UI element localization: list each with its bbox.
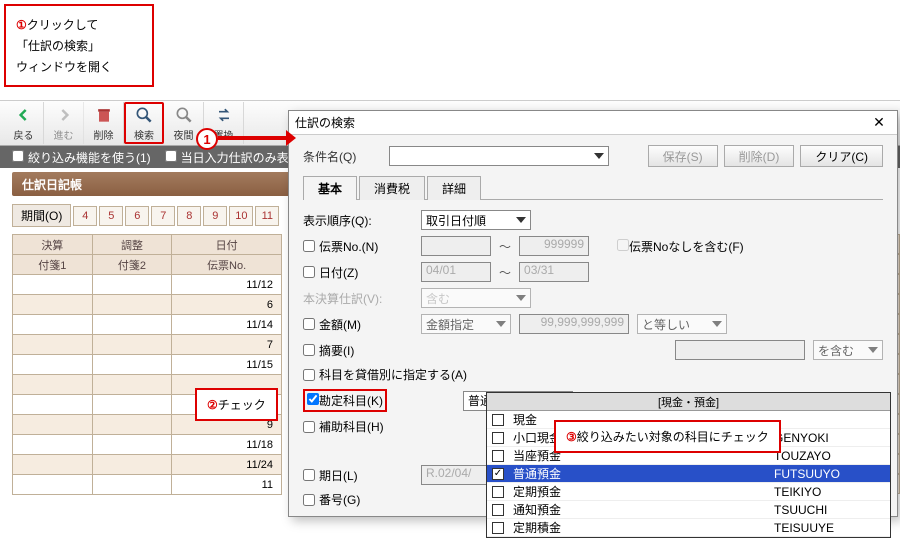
period-tab[interactable]: 10 <box>229 206 253 226</box>
account-dropdown[interactable]: [現金・預金] 現金小口現金GENYOKI当座預金TOUZAYO普通預金FUTS… <box>486 392 891 538</box>
callout-3: ③絞り込みたい対象の科目にチェック <box>554 420 781 453</box>
slip-to[interactable]: 999999 <box>519 236 589 256</box>
term-check[interactable]: 期日(L) <box>303 467 413 484</box>
search-button[interactable]: 検索 <box>124 102 164 144</box>
checkbox-icon[interactable] <box>492 414 504 426</box>
tab-detail[interactable]: 詳細 <box>427 176 481 200</box>
dialog-title: 仕訳の検索 <box>295 114 355 131</box>
account-option[interactable]: 普通預金FUTSUUYO <box>487 465 890 483</box>
period-tab[interactable]: 11 <box>255 206 279 226</box>
period-tab[interactable]: 6 <box>125 206 149 226</box>
amount-mode[interactable]: 金額指定 <box>421 314 511 334</box>
close-icon[interactable]: ✕ <box>867 113 891 133</box>
period-tab[interactable]: 9 <box>203 206 227 226</box>
callout-1: ①クリックして 「仕訳の検索」 ウィンドウを開く <box>4 4 154 87</box>
opt-filter[interactable]: 絞り込み機能を使う(1) <box>12 149 151 166</box>
forward-button[interactable]: 進む <box>44 102 84 144</box>
period-tab[interactable]: 8 <box>177 206 201 226</box>
table-row: 11/15 <box>13 355 282 375</box>
amount-check[interactable]: 金額(M) <box>303 316 413 333</box>
amount-value[interactable]: 99,999,999,999 <box>519 314 629 334</box>
date-check[interactable]: 日付(Z) <box>303 264 413 281</box>
period-tab[interactable]: 5 <box>99 206 123 226</box>
sort-label: 表示順序(Q): <box>303 212 413 229</box>
checkbox-icon[interactable] <box>492 504 504 516</box>
amount-op[interactable]: と等しい <box>637 314 727 334</box>
desc-field[interactable] <box>675 340 805 360</box>
journal-table: 決算調整日付 付箋1付箋2伝票No. 11/12 6 11/14 7 11/15… <box>12 234 282 495</box>
account-check[interactable]: 勘定科目(K) <box>307 392 383 409</box>
closing-label: 本決算仕訳(V): <box>303 290 413 307</box>
slip-check[interactable]: 伝票No.(N) <box>303 238 413 255</box>
period-selector: 期間(O) 4 5 6 7 8 9 10 11 <box>12 204 279 227</box>
account-dropdown-header: [現金・預金] <box>487 393 890 411</box>
checkbox-icon[interactable] <box>492 432 504 444</box>
number-check[interactable]: 番号(G) <box>303 491 413 508</box>
term-value[interactable]: R.02/04/ <box>421 465 491 485</box>
period-tab[interactable]: 7 <box>151 206 175 226</box>
condition-label: 条件名(Q) <box>303 148 383 165</box>
back-button[interactable]: 戻る <box>4 102 44 144</box>
delete-button[interactable]: 削除 <box>84 102 124 144</box>
save-button[interactable]: 保存(S) <box>648 145 718 167</box>
table-row: 11/18 <box>13 435 282 455</box>
table-row: 7 <box>13 335 282 355</box>
bydrcr-check[interactable]: 科目を貸借別に指定する(A) <box>303 366 467 383</box>
subaccount-check[interactable]: 補助科目(H) <box>303 418 413 435</box>
callout-arrow <box>218 136 288 140</box>
dialog-titlebar: 仕訳の検索 ✕ <box>289 111 897 135</box>
account-option[interactable]: 通知預金TSUUCHI <box>487 501 890 519</box>
callout-2: ②チェック <box>195 388 278 421</box>
period-tab[interactable]: 4 <box>73 206 97 226</box>
period-label: 期間(O) <box>12 204 71 227</box>
sort-combo[interactable]: 取引日付順 <box>421 210 531 230</box>
checkbox-icon[interactable] <box>492 522 504 534</box>
slip-from[interactable] <box>421 236 491 256</box>
date-to[interactable]: 03/31 <box>519 262 589 282</box>
opt-today[interactable]: 当日入力仕訳のみ表示 <box>165 149 301 166</box>
checkbox-icon[interactable] <box>492 450 504 462</box>
table-row: 11 <box>13 475 282 495</box>
delete-button[interactable]: 削除(D) <box>724 145 795 167</box>
table-row: 11/14 <box>13 315 282 335</box>
dialog-tabs: 基本 消費税 詳細 <box>303 175 883 200</box>
account-option[interactable]: 定期預金TEIKIYO <box>487 483 890 501</box>
table-row: 11/12 <box>13 275 282 295</box>
clear-button[interactable]: クリア(C) <box>800 145 883 167</box>
checkbox-icon[interactable] <box>492 468 504 480</box>
account-check-redbox: 勘定科目(K) <box>303 389 387 412</box>
badge-1: 1 <box>196 128 218 150</box>
condition-combo[interactable] <box>389 146 609 166</box>
table-row: 6 <box>13 295 282 315</box>
desc-op[interactable]: を含む <box>813 340 883 360</box>
slip-include-none[interactable]: 伝票Noなしを含む(F) <box>617 238 744 255</box>
date-from[interactable]: 04/01 <box>421 262 491 282</box>
tab-tax[interactable]: 消費税 <box>359 176 425 200</box>
tab-basic[interactable]: 基本 <box>303 176 357 200</box>
closing-combo[interactable]: 含む <box>421 288 531 308</box>
callout-1-num: ① <box>16 18 27 32</box>
checkbox-icon[interactable] <box>492 486 504 498</box>
account-option[interactable]: 定期積金TEISUUYE <box>487 519 890 537</box>
desc-check[interactable]: 摘要(I) <box>303 342 413 359</box>
table-row: 11/24 <box>13 455 282 475</box>
